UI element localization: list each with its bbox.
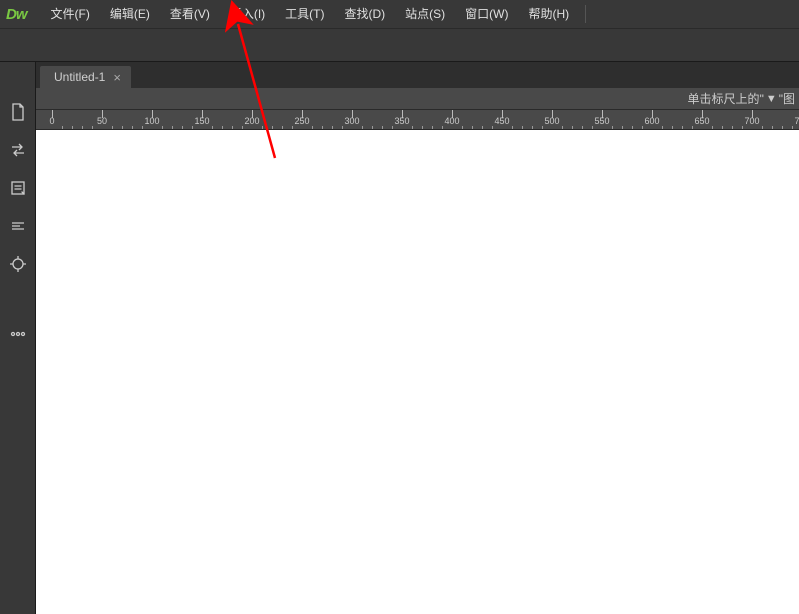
ruler-tick-label: 100: [144, 116, 159, 126]
ruler-tick-label: 600: [644, 116, 659, 126]
ruler-tick-label: 550: [594, 116, 609, 126]
horizontal-ruler[interactable]: 0 50 100 150 200 250 300 350 400 450 500 550 600 650 7…: [36, 110, 799, 130]
menu-separator: [585, 5, 586, 23]
ruler-tick-label: 50: [97, 116, 107, 126]
menu-window[interactable]: 窗口(W): [455, 0, 518, 28]
hint-text-quote: ": [760, 92, 764, 106]
menu-file[interactable]: 文件(F): [41, 0, 100, 28]
ruler-tick-label: 350: [394, 116, 409, 126]
ruler-tick-label: 300: [344, 116, 359, 126]
ruler-tick-label: 150: [194, 116, 209, 126]
tab-title: Untitled-1: [54, 70, 105, 84]
toolbar: [0, 28, 799, 62]
dropdown-icon: ▼: [766, 93, 777, 105]
close-icon[interactable]: ×: [113, 71, 121, 84]
ruler-tick-label: 400: [444, 116, 459, 126]
ruler-tick-label: 700: [744, 116, 759, 126]
menu-edit[interactable]: 编辑(E): [100, 0, 160, 28]
ruler-tick-label: 0: [49, 116, 54, 126]
swap-arrows-icon[interactable]: [8, 140, 28, 160]
ruler-tick-label: 500: [544, 116, 559, 126]
ruler-tick-label: 200: [244, 116, 259, 126]
menu-help[interactable]: 帮助(H): [518, 0, 579, 28]
ruler-tick-label: 450: [494, 116, 509, 126]
left-toolbar: [0, 62, 36, 614]
document-tab[interactable]: Untitled-1 ×: [40, 66, 131, 88]
tab-strip: Untitled-1 ×: [36, 62, 799, 88]
menu-tools[interactable]: 工具(T): [275, 0, 334, 28]
ruler-tick-label: 250: [294, 116, 309, 126]
ruler-tick-label: 650: [694, 116, 709, 126]
more-icon[interactable]: [8, 324, 28, 344]
lines-icon[interactable]: [8, 216, 28, 236]
document-icon[interactable]: [8, 102, 28, 122]
design-canvas[interactable]: [36, 130, 799, 614]
menu-view[interactable]: 查看(V): [160, 0, 220, 28]
target-icon[interactable]: [8, 254, 28, 274]
menu-site[interactable]: 站点(S): [395, 0, 455, 28]
data-icon[interactable]: [8, 178, 28, 198]
menu-find[interactable]: 查找(D): [334, 0, 395, 28]
menu-bar: Dw 文件(F) 编辑(E) 查看(V) 插入(I) 工具(T) 查找(D) 站…: [0, 0, 799, 28]
hint-text-prefix: 单击标尺上的: [688, 90, 760, 107]
hint-text-suffix: 图: [783, 90, 795, 107]
hint-bar: 单击标尺上的 " ▼ " 图: [36, 88, 799, 110]
editor-area: Untitled-1 × 单击标尺上的 " ▼ " 图 0 50 100 150 200…: [36, 62, 799, 614]
menu-insert[interactable]: 插入(I): [220, 0, 275, 28]
app-logo: Dw: [6, 6, 27, 23]
workspace: Untitled-1 × 单击标尺上的 " ▼ " 图 0 50 100 150 200…: [0, 62, 799, 614]
ruler-tick-label: 750: [794, 116, 799, 126]
